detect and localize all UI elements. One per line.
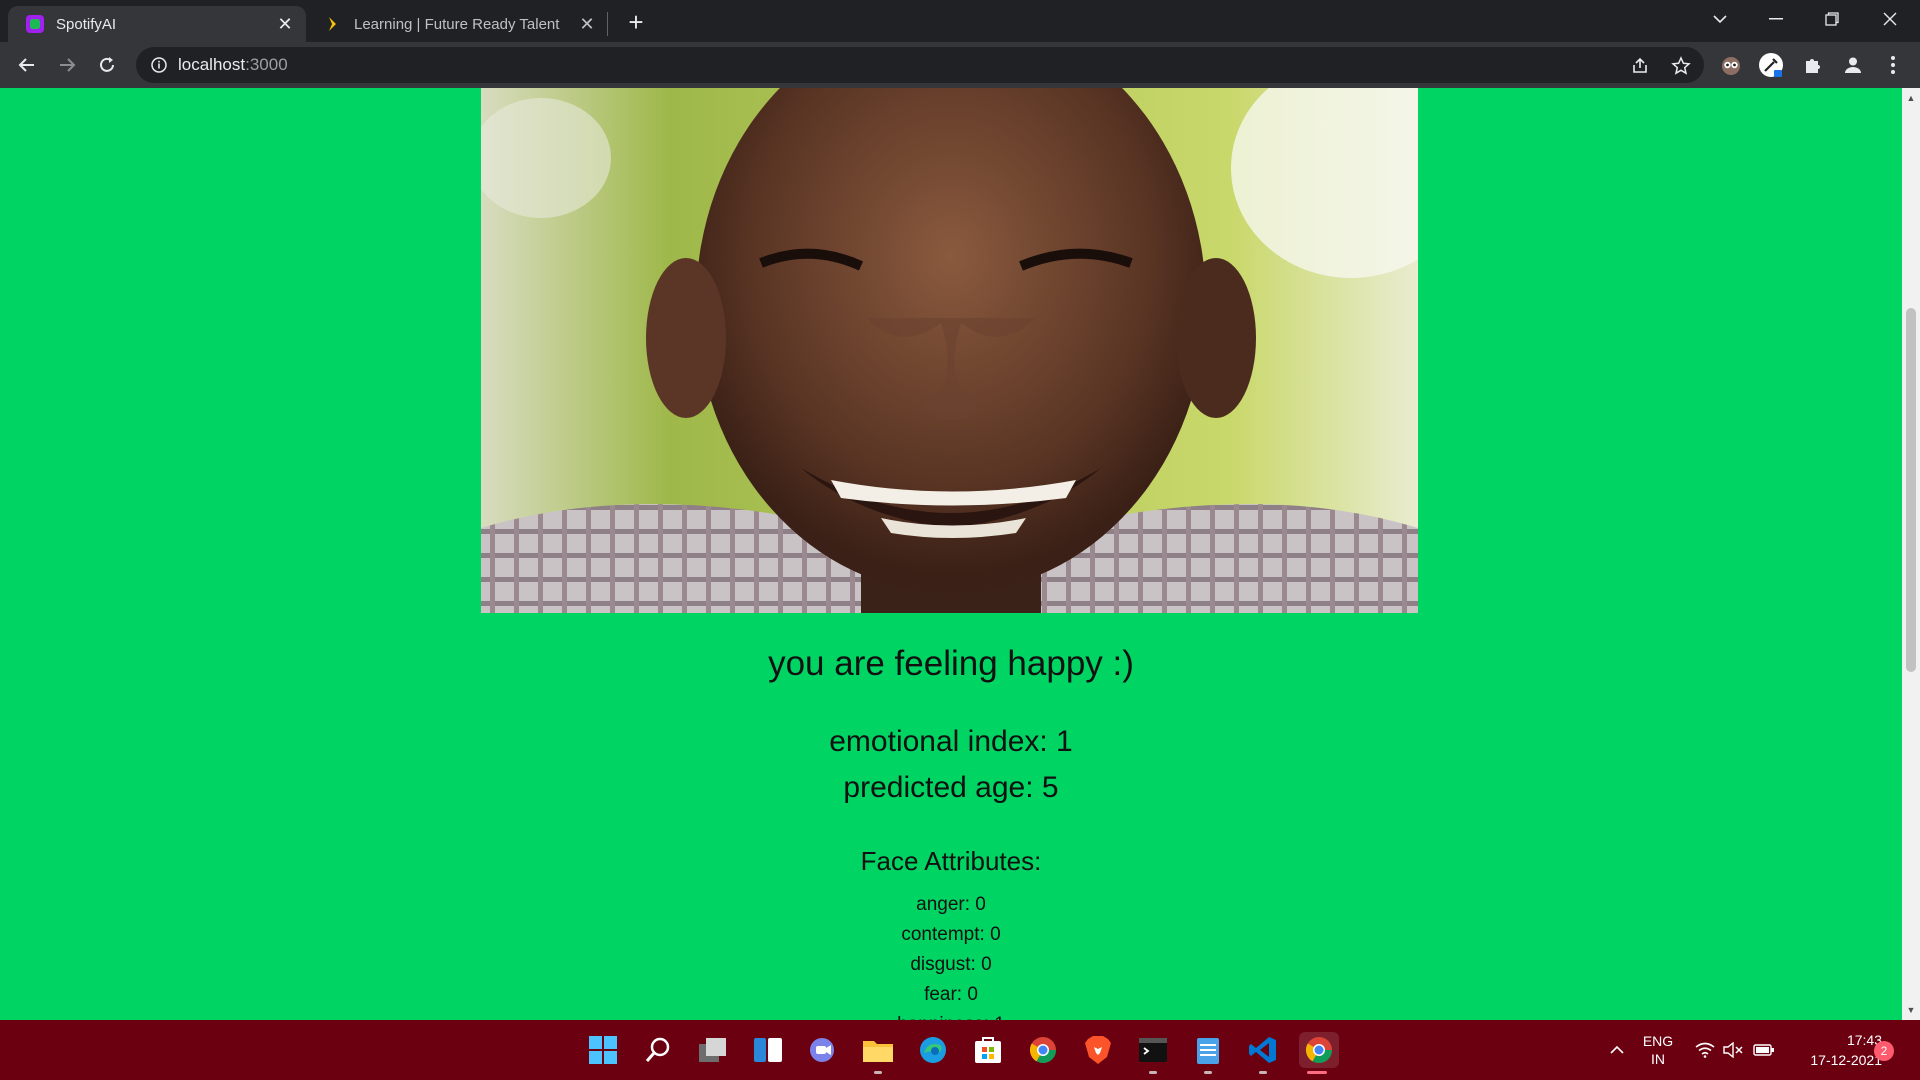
page-viewport: you are feeling happy :) emotional index… [0, 88, 1902, 1020]
extension-owl-icon[interactable] [1718, 52, 1744, 78]
tab-separator [607, 12, 608, 36]
face-attributes-list: anger: 0 contempt: 0 disgust: 0 fear: 0 … [0, 890, 1902, 1020]
minimize-button[interactable] [1748, 0, 1804, 38]
spotifyai-favicon-icon [26, 15, 44, 33]
predicted-age: predicted age: 5 [843, 771, 1059, 804]
vscode-icon[interactable] [1245, 1032, 1281, 1074]
url-text: localhost:3000 [178, 55, 288, 75]
share-icon[interactable] [1630, 56, 1650, 76]
tab-title: SpotifyAI [56, 15, 117, 33]
close-tab-icon[interactable]: ✕ [576, 13, 598, 35]
tab-title: Learning | Future Ready Talent [354, 15, 560, 33]
windows-taskbar: ENG IN 17:43 17-12-2021 [0, 1020, 1920, 1080]
attribute-item: fear: 0 [924, 984, 978, 1005]
tab-spotifyai[interactable]: SpotifyAI ✕ [8, 6, 306, 42]
widgets-icon[interactable] [750, 1032, 786, 1068]
notification-badge[interactable]: 2 [1874, 1041, 1894, 1061]
new-tab-button[interactable]: + [622, 8, 650, 36]
extension-color-picker-icon[interactable] [1758, 52, 1784, 78]
attribute-item: contempt: 0 [901, 924, 1001, 945]
reload-button[interactable] [92, 50, 122, 80]
clock[interactable]: 17:43 17-12-2021 [1782, 1030, 1882, 1070]
language-code: ENG [1642, 1033, 1674, 1049]
terminal-icon[interactable] [1135, 1032, 1171, 1074]
tab-learning[interactable]: Learning | Future Ready Talent ✕ [310, 6, 608, 42]
battery-icon[interactable] [1750, 1020, 1778, 1080]
attribute-item: disgust: 0 [910, 954, 992, 975]
scroll-down-arrow-icon[interactable]: ▼ [1906, 1005, 1916, 1015]
site-info-icon[interactable] [150, 56, 168, 74]
extensions-puzzle-icon[interactable] [1800, 52, 1826, 78]
chrome-icon[interactable] [1025, 1032, 1061, 1068]
start-icon[interactable] [585, 1032, 621, 1068]
attribute-item: happiness: 1 [0, 1010, 1902, 1020]
notepad-icon[interactable] [1190, 1032, 1226, 1074]
emotional-index: emotional index: 1 [829, 725, 1073, 758]
chrome-active-icon[interactable] [1299, 1032, 1339, 1074]
url-port: :3000 [245, 55, 288, 74]
edge-icon[interactable] [915, 1032, 951, 1068]
address-bar[interactable]: localhost:3000 [136, 47, 1704, 83]
attribute-item: anger: 0 [916, 894, 986, 915]
face-attributes-heading: Face Attributes: [860, 846, 1042, 876]
running-indicator [1149, 1071, 1157, 1074]
scroll-thumb[interactable] [1906, 308, 1916, 672]
active-indicator [1307, 1071, 1327, 1074]
tab-strip: SpotifyAI ✕ Learning | Future Ready Tale… [0, 0, 1920, 42]
browser-toolbar: localhost:3000 [0, 42, 1920, 88]
chrome-menu-icon[interactable] [1880, 52, 1906, 78]
close-window-button[interactable] [1862, 0, 1918, 38]
wifi-icon[interactable] [1692, 1020, 1718, 1080]
forward-button[interactable] [52, 50, 82, 80]
profile-icon[interactable] [1840, 52, 1866, 78]
scroll-up-arrow-icon[interactable]: ▲ [1906, 93, 1916, 103]
url-host: localhost [178, 55, 246, 74]
learning-favicon-icon [324, 15, 342, 33]
tab-search-icon[interactable] [1692, 0, 1748, 38]
teams-chat-icon[interactable] [805, 1032, 841, 1068]
store-icon[interactable] [970, 1032, 1006, 1068]
region-code: IN [1651, 1051, 1665, 1067]
brave-icon[interactable] [1080, 1032, 1116, 1068]
clock-time: 17:43 [1846, 1032, 1882, 1048]
search-icon[interactable] [640, 1032, 676, 1068]
running-indicator [874, 1071, 882, 1074]
running-indicator [1204, 1071, 1212, 1074]
bookmark-star-icon[interactable] [1671, 56, 1691, 76]
running-indicator [1259, 1071, 1267, 1074]
back-button[interactable] [12, 50, 42, 80]
file-explorer-icon[interactable] [860, 1032, 896, 1074]
emotion-headline: you are feeling happy :) [768, 644, 1134, 683]
face-photo [481, 88, 1418, 613]
volume-muted-icon[interactable] [1720, 1020, 1746, 1080]
task-view-icon[interactable] [695, 1032, 731, 1068]
show-hidden-icons-chevron-icon[interactable] [1602, 1020, 1632, 1080]
page-scrollbar[interactable]: ▲ ▼ [1902, 88, 1920, 1020]
clock-date: 17-12-2021 [1810, 1052, 1882, 1068]
language-indicator[interactable]: ENG IN [1640, 1020, 1676, 1080]
restore-button[interactable] [1804, 0, 1860, 38]
close-tab-icon[interactable]: ✕ [274, 13, 296, 35]
